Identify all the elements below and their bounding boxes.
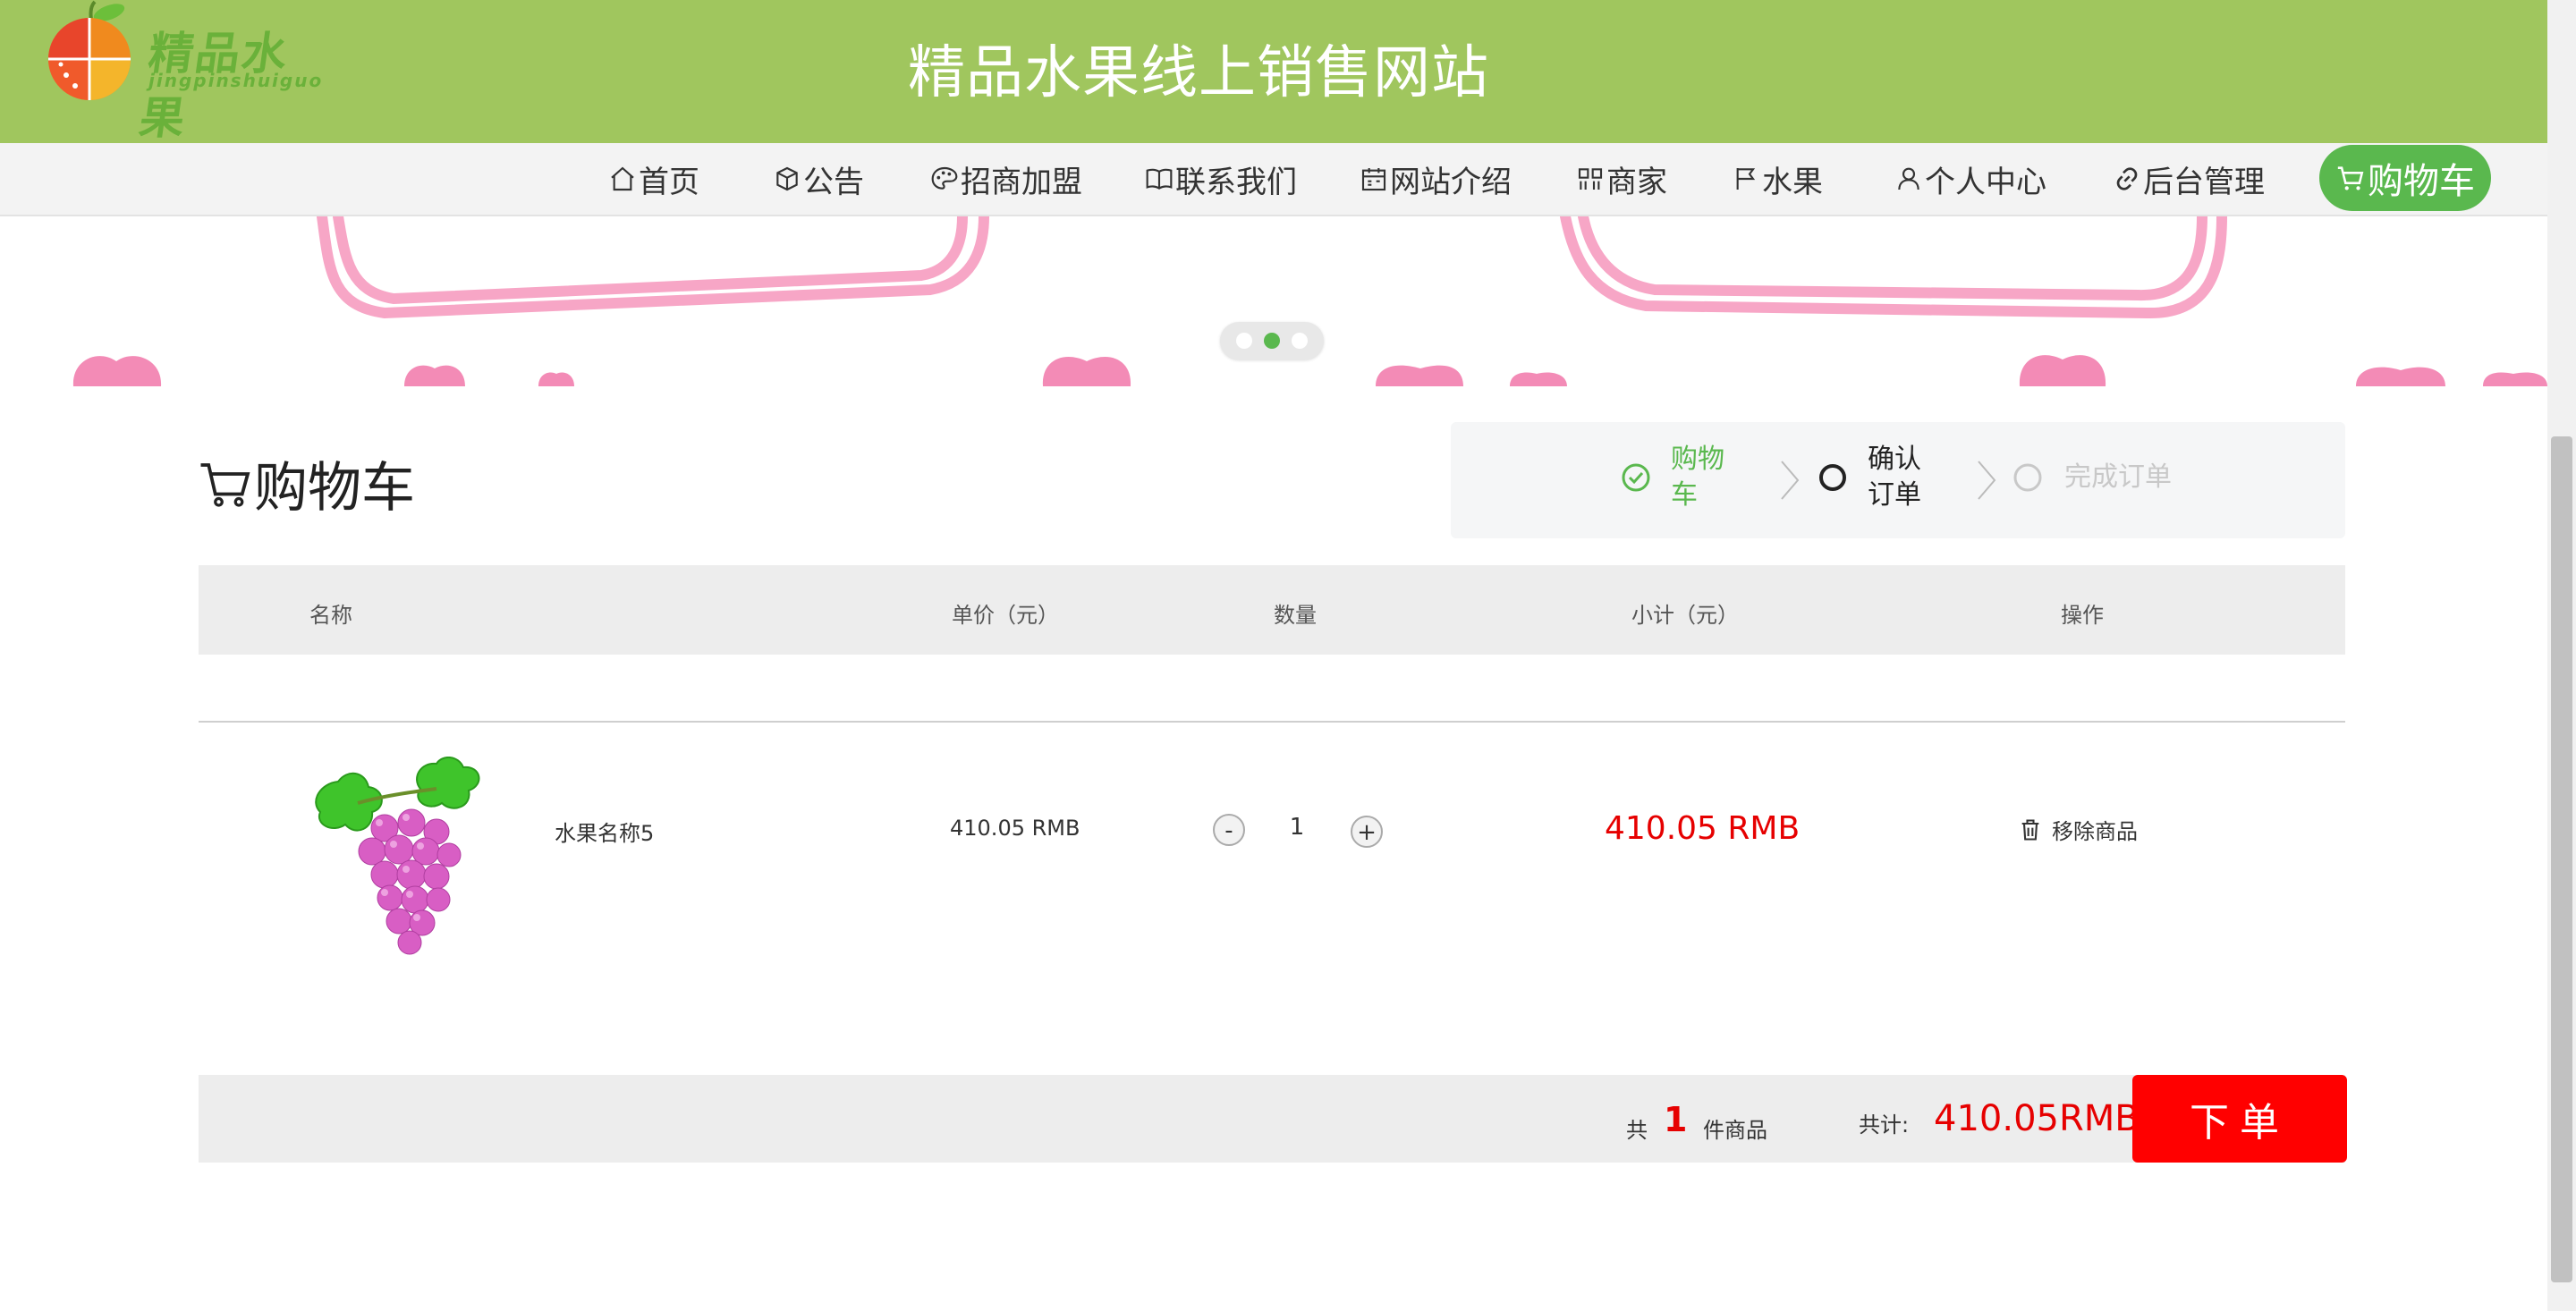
total-amount: 410.05RMB [1934,1098,2140,1139]
box-icon [776,166,798,191]
carousel-indicators [1220,322,1324,359]
chevron-right-icon [1978,461,1996,500]
calendar-icon [1361,168,1386,191]
cart-page-title: 购物车 [199,447,415,520]
nav-item-label: 网站介绍 [1390,164,1512,200]
carousel-dot-2-active[interactable] [1264,333,1280,349]
site-header: 精品水果 jingpinshuiguo 精品水果线上销售网站 [0,0,2547,144]
column-header-quantity: 数量 [1274,603,1317,628]
place-order-button[interactable]: 下单 [2132,1075,2347,1163]
grid-icon [1578,168,1603,190]
nav-item-announcement[interactable]: 公告 [773,159,864,200]
product-name[interactable]: 水果名称5 [555,816,654,847]
trash-icon [2021,818,2039,841]
quantity-increment-button[interactable]: + [1351,816,1383,848]
link-icon [2116,167,2138,190]
cart-table-header: 名称 单价（元） 数量 小计（元） 操作 [199,565,2345,655]
remove-item-label: 移除商品 [2052,819,2138,844]
check-circle-icon [1622,463,1650,492]
circle-icon [2013,463,2042,492]
quantity-value: 1 [1289,814,1305,841]
nav-item-label: 首页 [639,164,699,200]
column-header-name: 名称 [309,603,352,628]
cart-summary-bar: 共 1 件商品 共计: 410.05RMB [199,1075,2345,1163]
carousel-dot-3[interactable] [1292,333,1308,349]
item-count-suffix: 件商品 [1703,1118,1767,1143]
nav-item-admin[interactable]: 后台管理 [2113,159,2265,200]
step-confirm-order: 确认订单 [1818,442,1925,513]
site-title: 精品水果线上销售网站 [908,40,1489,106]
total-label: 共计: [1859,1112,1910,1138]
page-viewport: 精品水果 jingpinshuiguo 精品水果线上销售网站 首页 公告 招商加… [0,0,2547,1311]
nav-item-label: 招商加盟 [961,164,1082,200]
carousel-dot-1[interactable] [1236,333,1252,349]
nav-item-label: 联系我们 [1175,164,1297,200]
column-header-unit-price: 单价（元） [952,603,1059,628]
item-count: 1 [1664,1100,1688,1139]
order-steps: 购物车 确认订单 完成订单 [1451,422,2345,538]
nav-item-label: 公告 [803,164,864,200]
unit-price: 410.05 RMB [950,816,1080,841]
step-label: 购物车 [1671,444,1724,511]
main-navbar: 首页 公告 招商加盟 联系我们 网站介绍 商家 水果 个人中心 后台管理 [0,143,2547,216]
column-header-actions: 操作 [2061,603,2104,628]
item-count-prefix: 共 [1626,1118,1648,1143]
step-label: 确认订单 [1868,444,1921,511]
quantity-decrement-button[interactable]: - [1213,814,1245,846]
banner-hearts-image [72,216,2547,386]
nav-item-label: 商家 [1606,164,1667,200]
nav-cart-label: 购物车 [2368,161,2475,202]
step-cart: 购物车 [1621,442,1737,513]
item-subtotal: 410.05 RMB [1605,810,1801,847]
nav-item-contact[interactable]: 联系我们 [1145,159,1297,200]
nav-item-label: 个人中心 [1925,164,2046,200]
user-icon [1898,167,1919,190]
nav-item-home[interactable]: 首页 [608,159,699,200]
chevron-right-icon [1781,461,1800,500]
step-complete-order: 完成订单 [2012,460,2172,495]
remove-item-button[interactable]: 移除商品 [2018,814,2138,845]
column-header-subtotal: 小计（元） [1631,603,1739,628]
vertical-scrollbar[interactable] [2547,0,2576,1311]
nav-item-site-intro[interactable]: 网站介绍 [1360,159,1512,200]
cart-icon [200,463,250,507]
home-icon [611,166,634,191]
banner-carousel [0,216,2547,386]
nav-item-franchise[interactable]: 招商加盟 [930,159,1082,200]
palette-icon [931,166,958,190]
nav-item-user-center[interactable]: 个人中心 [1894,159,2046,200]
nav-item-merchants[interactable]: 商家 [1576,159,1667,200]
nav-item-label: 后台管理 [2143,164,2265,200]
book-icon [1146,168,1173,190]
step-label: 完成订单 [2064,461,2172,493]
scrollbar-thumb[interactable] [2551,436,2572,1282]
circle-icon [1819,464,1846,491]
flag-icon [1736,168,1756,190]
nav-item-cart[interactable]: 购物车 [2319,145,2491,211]
nav-item-fruit[interactable]: 水果 [1732,159,1823,200]
grape-image[interactable] [302,757,508,971]
nav-item-label: 水果 [1762,164,1823,200]
cart-title-text: 购物车 [254,456,415,520]
table-divider [199,721,2345,723]
cart-icon [2337,166,2364,190]
